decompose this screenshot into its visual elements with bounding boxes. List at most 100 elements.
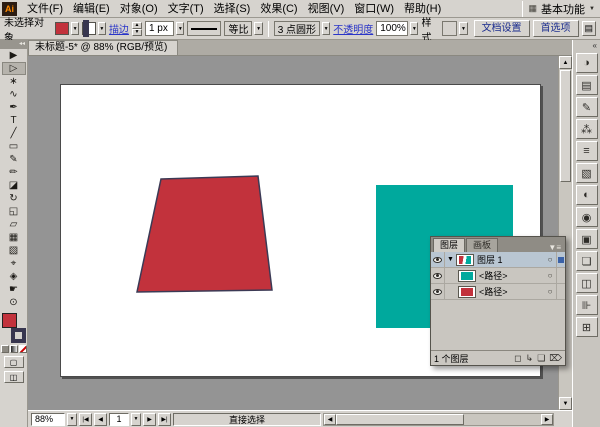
- tools-panel-collapse-icon[interactable]: ◂◂: [0, 40, 27, 49]
- scale-tool-icon[interactable]: ◱: [2, 205, 26, 218]
- new-layer-button[interactable]: ❏: [537, 353, 545, 364]
- menu-edit[interactable]: 编辑(E): [68, 1, 115, 17]
- zoom-dropdown[interactable]: ▼: [67, 413, 77, 426]
- stroke-panel-icon[interactable]: ≡: [576, 141, 598, 161]
- blend-tool-icon[interactable]: ◈: [2, 270, 26, 283]
- stroke-weight-dropdown[interactable]: ▼: [176, 22, 184, 35]
- layers-panel-icon[interactable]: ❏: [576, 251, 598, 271]
- stepper-up-icon[interactable]: ▲: [132, 22, 142, 29]
- direct-selection-tool-icon[interactable]: ▷: [2, 62, 26, 75]
- document-setup-button[interactable]: 文档设置: [474, 20, 530, 37]
- opacity-dropdown[interactable]: ▼: [410, 22, 418, 35]
- menu-select[interactable]: 选择(S): [209, 1, 256, 17]
- menu-view[interactable]: 视图(V): [303, 1, 350, 17]
- eyedropper-tool-icon[interactable]: ⌖: [2, 257, 26, 270]
- pencil-tool-icon[interactable]: ✏: [2, 166, 26, 179]
- layer-target-icon[interactable]: ○: [544, 255, 556, 264]
- none-mode-button[interactable]: [19, 345, 27, 353]
- fill-color-swatch[interactable]: [55, 22, 69, 35]
- tab-artboards[interactable]: 画板: [466, 238, 498, 252]
- zoom-level-field[interactable]: 88%: [31, 413, 65, 426]
- fill-stroke-indicator[interactable]: [1, 313, 27, 343]
- menu-type[interactable]: 文字(T): [163, 1, 209, 17]
- width-profile-dropdown[interactable]: ▼: [254, 22, 262, 35]
- control-panel-menu-icon[interactable]: ▤: [582, 21, 596, 36]
- screen-mode-button[interactable]: ◫: [4, 371, 24, 383]
- artboard-number-field[interactable]: 1: [109, 413, 129, 426]
- delete-layer-button[interactable]: ⌦: [549, 353, 562, 364]
- next-artboard-button[interactable]: ▶: [143, 413, 156, 426]
- style-dropdown[interactable]: ▼: [459, 22, 467, 35]
- layer-row[interactable]: ▼图层 1○: [431, 252, 565, 268]
- tab-layers[interactable]: 图层: [433, 238, 465, 252]
- gradient-tool-icon[interactable]: ▧: [2, 244, 26, 257]
- color-panel-icon[interactable]: ◑: [576, 53, 598, 73]
- transparency-panel-icon[interactable]: ◐: [576, 185, 598, 205]
- status-tool-label[interactable]: 直接选择: [173, 413, 321, 426]
- magic-wand-tool-icon[interactable]: ∗: [2, 75, 26, 88]
- opacity-field[interactable]: 100%: [376, 21, 408, 36]
- workspace-switcher[interactable]: ▦ 基本功能 ▼: [520, 1, 600, 17]
- scroll-right-icon[interactable]: ▶: [541, 414, 553, 425]
- expand-dock-icon[interactable]: «: [573, 40, 600, 52]
- panel-menu-icon[interactable]: ▼≡: [548, 243, 565, 252]
- opacity-panel-link[interactable]: 不透明度: [333, 21, 373, 36]
- brushes-panel-icon[interactable]: ✎: [576, 97, 598, 117]
- artboards-panel-icon[interactable]: ◫: [576, 273, 598, 293]
- horizontal-scroll-thumb[interactable]: [336, 414, 464, 425]
- symbols-panel-icon[interactable]: ⁂: [576, 119, 598, 139]
- menu-effect[interactable]: 效果(C): [255, 1, 302, 17]
- paintbrush-tool-icon[interactable]: ✎: [2, 153, 26, 166]
- layer-visibility-toggle[interactable]: [431, 252, 445, 267]
- zoom-tool-icon[interactable]: ⊙: [2, 296, 26, 309]
- horizontal-scrollbar[interactable]: ◀ ▶: [323, 413, 554, 426]
- expand-triangle-icon[interactable]: ▼: [445, 256, 456, 263]
- gradient-panel-icon[interactable]: ▧: [576, 163, 598, 183]
- fill-color-chip[interactable]: [2, 313, 17, 328]
- layer-row[interactable]: <路径>○: [431, 268, 565, 284]
- vertical-scroll-thumb[interactable]: [560, 70, 571, 182]
- rectangle-tool-icon[interactable]: ▭: [2, 140, 26, 153]
- last-artboard-button[interactable]: ▶|: [158, 413, 171, 426]
- layer-selection-column[interactable]: [556, 268, 565, 283]
- menu-window[interactable]: 窗口(W): [349, 1, 399, 17]
- brush-definition-dropdown[interactable]: ▼: [322, 22, 330, 35]
- stroke-weight-field[interactable]: 1 px: [145, 21, 174, 36]
- first-artboard-button[interactable]: |◀: [79, 413, 92, 426]
- hand-tool-icon[interactable]: ☛: [2, 283, 26, 296]
- layer-selection-column[interactable]: [556, 252, 565, 267]
- layer-row[interactable]: <路径>○: [431, 284, 565, 300]
- artboard-dropdown[interactable]: ▼: [131, 413, 141, 426]
- layer-target-icon[interactable]: ○: [544, 287, 556, 296]
- prev-artboard-button[interactable]: ◀: [94, 413, 107, 426]
- red-trapezoid-shape[interactable]: [137, 176, 272, 292]
- fill-color-dropdown[interactable]: ▼: [71, 22, 79, 35]
- mesh-tool-icon[interactable]: ▦: [2, 231, 26, 244]
- lasso-tool-icon[interactable]: ∿: [2, 88, 26, 101]
- stroke-weight-stepper[interactable]: ▲ ▼: [132, 22, 142, 36]
- eraser-tool-icon[interactable]: ◪: [2, 179, 26, 192]
- make-clipping-mask-button[interactable]: ◻: [514, 353, 521, 364]
- document-tab[interactable]: 未标题-5* @ 88% (RGB/预览): [28, 40, 178, 55]
- line-segment-tool-icon[interactable]: ╱: [2, 127, 26, 140]
- width-profile-preview[interactable]: [187, 21, 221, 36]
- layer-visibility-toggle[interactable]: [431, 268, 445, 283]
- scroll-down-icon[interactable]: ▼: [559, 397, 572, 410]
- type-tool-icon[interactable]: T: [2, 114, 26, 127]
- drawing-mode-button[interactable]: ▢: [4, 356, 24, 368]
- align-panel-icon[interactable]: ⊪: [576, 295, 598, 315]
- layer-visibility-toggle[interactable]: [431, 284, 445, 299]
- scroll-left-icon[interactable]: ◀: [324, 414, 336, 425]
- stroke-panel-link[interactable]: 描边: [109, 21, 129, 36]
- pen-tool-icon[interactable]: ✒: [2, 101, 26, 114]
- selection-tool-icon[interactable]: ▶: [2, 49, 26, 62]
- appearance-panel-icon[interactable]: ◉: [576, 207, 598, 227]
- swatches-panel-icon[interactable]: ▤: [576, 75, 598, 95]
- pathfinder-panel-icon[interactable]: ⊞: [576, 317, 598, 337]
- horizontal-scroll-track[interactable]: [464, 414, 541, 425]
- rotate-tool-icon[interactable]: ↻: [2, 192, 26, 205]
- stepper-down-icon[interactable]: ▼: [132, 29, 142, 36]
- brush-definition-field[interactable]: 3 点圆形: [274, 21, 320, 36]
- scroll-up-icon[interactable]: ▲: [559, 56, 572, 69]
- stroke-color-swatch[interactable]: [82, 22, 96, 35]
